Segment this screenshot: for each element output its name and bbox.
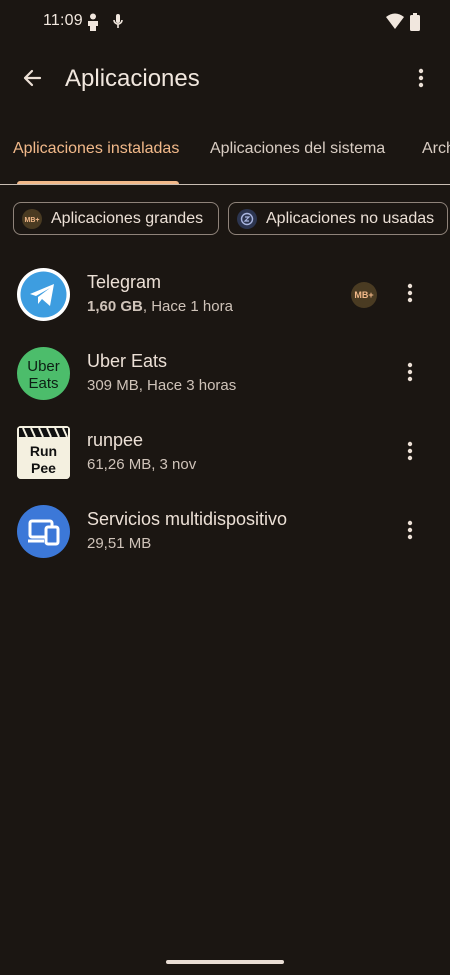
unused-clock-icon bbox=[237, 208, 257, 229]
more-vert-icon bbox=[407, 362, 413, 387]
mb-plus-badge-icon: MB+ bbox=[351, 282, 377, 308]
app-more-button[interactable] bbox=[396, 358, 424, 390]
app-detail: 1,60 GB, Hace 1 hora bbox=[87, 298, 233, 315]
tab-bar: Aplicaciones instaladas Aplicaciones del… bbox=[0, 120, 450, 184]
chip-label: Aplicaciones no usadas bbox=[266, 209, 435, 227]
app-name: Uber Eats bbox=[87, 351, 168, 371]
status-time: 11:09 bbox=[43, 12, 83, 29]
more-vert-icon bbox=[418, 68, 424, 93]
tab-installed-apps[interactable]: Aplicaciones instaladas bbox=[13, 140, 179, 158]
app-more-button[interactable] bbox=[396, 516, 424, 548]
status-bar: 11:09 bbox=[0, 0, 450, 44]
list-item-telegram[interactable]: Telegram 1,60 GB, Hace 1 hora MB+ bbox=[0, 255, 450, 334]
chip-label: Aplicaciones grandes bbox=[51, 209, 204, 227]
uber-eats-icon: Uber Eats bbox=[17, 347, 70, 400]
chip-large-apps[interactable]: MB+ Aplicaciones grandes bbox=[13, 202, 219, 235]
tab-system-apps[interactable]: Aplicaciones del sistema bbox=[210, 140, 385, 158]
home-indicator[interactable] bbox=[166, 960, 284, 964]
battery-icon bbox=[410, 13, 420, 36]
app-more-button[interactable] bbox=[396, 437, 424, 469]
back-button[interactable] bbox=[14, 62, 50, 98]
app-name: runpee bbox=[87, 430, 144, 450]
badge-text: MB+ bbox=[354, 290, 373, 300]
tab-archived-apps[interactable]: Arch bbox=[422, 140, 450, 158]
more-vert-icon bbox=[407, 520, 413, 545]
runpee-icon-text: Run bbox=[30, 443, 57, 459]
app-name: Servicios multidispositivo bbox=[87, 509, 288, 529]
tabs-divider bbox=[0, 184, 450, 185]
overflow-menu-button[interactable] bbox=[406, 62, 436, 98]
list-item-multidevice-services[interactable]: Servicios multidispositivo 29,51 MB bbox=[0, 492, 450, 571]
app-bar: Aplicaciones bbox=[0, 52, 450, 108]
list-item-runpee[interactable]: Run Pee runpee 61,26 MB, 3 nov bbox=[0, 413, 450, 492]
app-size: 1,60 GB bbox=[87, 298, 143, 315]
filter-chips: MB+ Aplicaciones grandes Aplicaciones no… bbox=[0, 202, 450, 238]
app-detail: 61,26 MB, 3 nov bbox=[87, 456, 197, 473]
mic-icon bbox=[113, 14, 123, 35]
runpee-icon: Run Pee bbox=[17, 426, 70, 479]
more-vert-icon bbox=[407, 283, 413, 308]
app-detail: 29,51 MB bbox=[87, 535, 152, 552]
multidevice-icon bbox=[17, 505, 70, 558]
uber-eats-icon-text: Uber bbox=[27, 358, 60, 375]
uber-eats-icon-text: Eats bbox=[28, 375, 58, 392]
app-name: Telegram bbox=[87, 272, 162, 292]
back-arrow-icon bbox=[22, 68, 42, 93]
app-last-used: , Hace 1 hora bbox=[142, 298, 233, 315]
telegram-icon bbox=[17, 268, 70, 321]
page-title: Aplicaciones bbox=[65, 65, 200, 92]
app-more-button[interactable] bbox=[396, 279, 424, 311]
chip-unused-apps[interactable]: Aplicaciones no usadas bbox=[228, 202, 448, 235]
wifi-icon bbox=[386, 13, 404, 34]
svg-text:MB+: MB+ bbox=[25, 217, 40, 223]
runpee-icon-text: Pee bbox=[31, 460, 56, 476]
more-vert-icon bbox=[407, 441, 413, 466]
list-item-uber-eats[interactable]: Uber Eats Uber Eats 309 MB, Hace 3 horas bbox=[0, 334, 450, 413]
mb-plus-icon: MB+ bbox=[22, 208, 42, 229]
app-detail: 309 MB, Hace 3 horas bbox=[87, 377, 237, 394]
person-icon bbox=[87, 13, 99, 36]
